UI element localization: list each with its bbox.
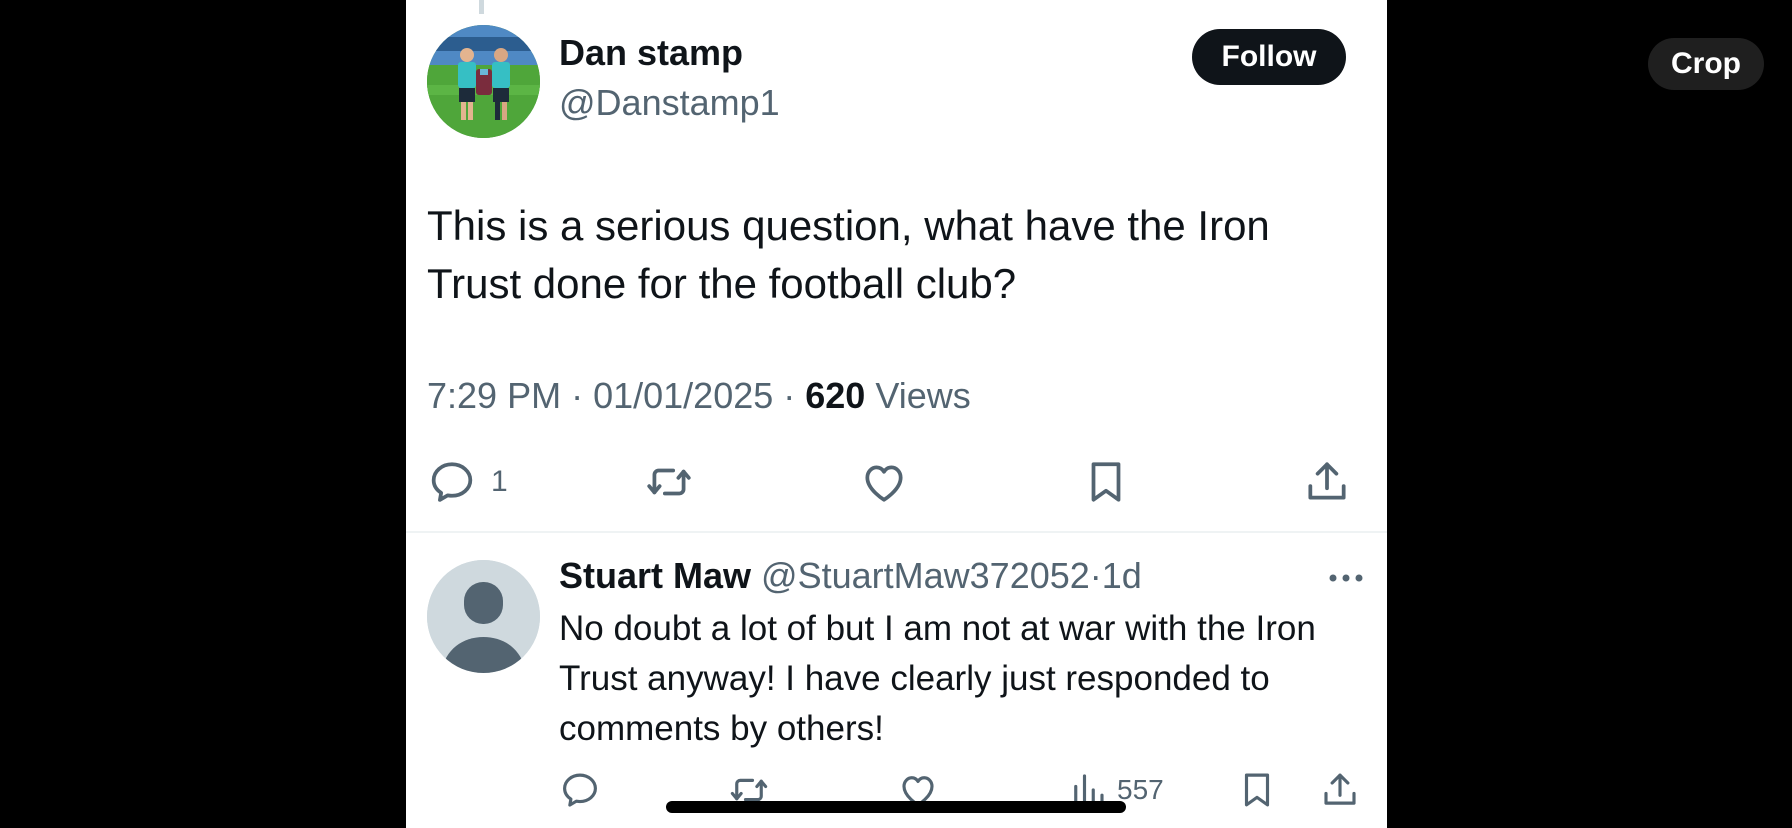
retweet-button[interactable] bbox=[644, 455, 694, 509]
avatar-photo bbox=[427, 25, 540, 138]
tweet-time[interactable]: 7:29 PM bbox=[427, 375, 561, 416]
more-options-icon[interactable] bbox=[1326, 568, 1366, 588]
bookmark-icon bbox=[1091, 462, 1121, 502]
crop-button[interactable]: Crop bbox=[1648, 38, 1764, 90]
reply-share-button[interactable] bbox=[1319, 766, 1361, 814]
views-count: 620 bbox=[805, 375, 866, 416]
retweet-icon bbox=[647, 468, 691, 496]
author-avatar[interactable] bbox=[427, 25, 540, 138]
heart-icon bbox=[865, 465, 903, 502]
reply-time[interactable]: 1d bbox=[1102, 555, 1142, 596]
author-name[interactable]: Dan stamp bbox=[559, 32, 743, 74]
tweet-panel: Dan stamp @Danstamp1 Follow This is a se… bbox=[406, 0, 1387, 828]
reply-bookmark-button[interactable] bbox=[1236, 766, 1278, 814]
share-icon bbox=[1308, 462, 1346, 500]
tweet-date[interactable]: 01/01/2025 bbox=[593, 375, 773, 416]
reply-count: 1 bbox=[491, 465, 508, 498]
share-icon bbox=[1324, 773, 1356, 805]
divider bbox=[406, 531, 1387, 533]
reply-text: No doubt a lot of but I am not at war wi… bbox=[559, 609, 1316, 748]
home-indicator[interactable] bbox=[666, 801, 1126, 813]
reply-reply-button[interactable] bbox=[559, 766, 601, 814]
meta-separator: · bbox=[773, 375, 806, 416]
meta-separator: · bbox=[561, 375, 594, 416]
views-label: Views bbox=[875, 375, 971, 416]
reply-header: Stuart Maw @StuartMaw372052·1d bbox=[559, 555, 1142, 597]
tweet-text: This is a serious question, what have th… bbox=[427, 202, 1270, 307]
reply-author-handle[interactable]: @StuartMaw372052 bbox=[761, 555, 1090, 596]
reply-dot: · bbox=[1089, 555, 1102, 596]
tweet-meta: 7:29 PM · 01/01/2025 · 620 Views bbox=[427, 375, 971, 417]
bookmark-icon bbox=[1244, 773, 1270, 807]
reply-author-name[interactable]: Stuart Maw bbox=[559, 555, 751, 596]
follow-button[interactable]: Follow bbox=[1192, 29, 1346, 85]
share-button[interactable] bbox=[1302, 455, 1352, 509]
default-user-icon bbox=[427, 560, 540, 673]
reply-icon bbox=[563, 773, 597, 807]
author-handle[interactable]: @Danstamp1 bbox=[559, 82, 780, 124]
tweet-action-bar: 1 bbox=[406, 455, 1387, 509]
thread-line bbox=[479, 0, 484, 14]
bookmark-button[interactable] bbox=[1081, 455, 1131, 509]
reply-icon bbox=[431, 462, 473, 502]
reply-button[interactable]: 1 bbox=[427, 455, 508, 509]
reply-views-count: 557 bbox=[1117, 774, 1164, 805]
like-button[interactable] bbox=[859, 455, 909, 509]
reply-avatar[interactable] bbox=[427, 560, 540, 673]
